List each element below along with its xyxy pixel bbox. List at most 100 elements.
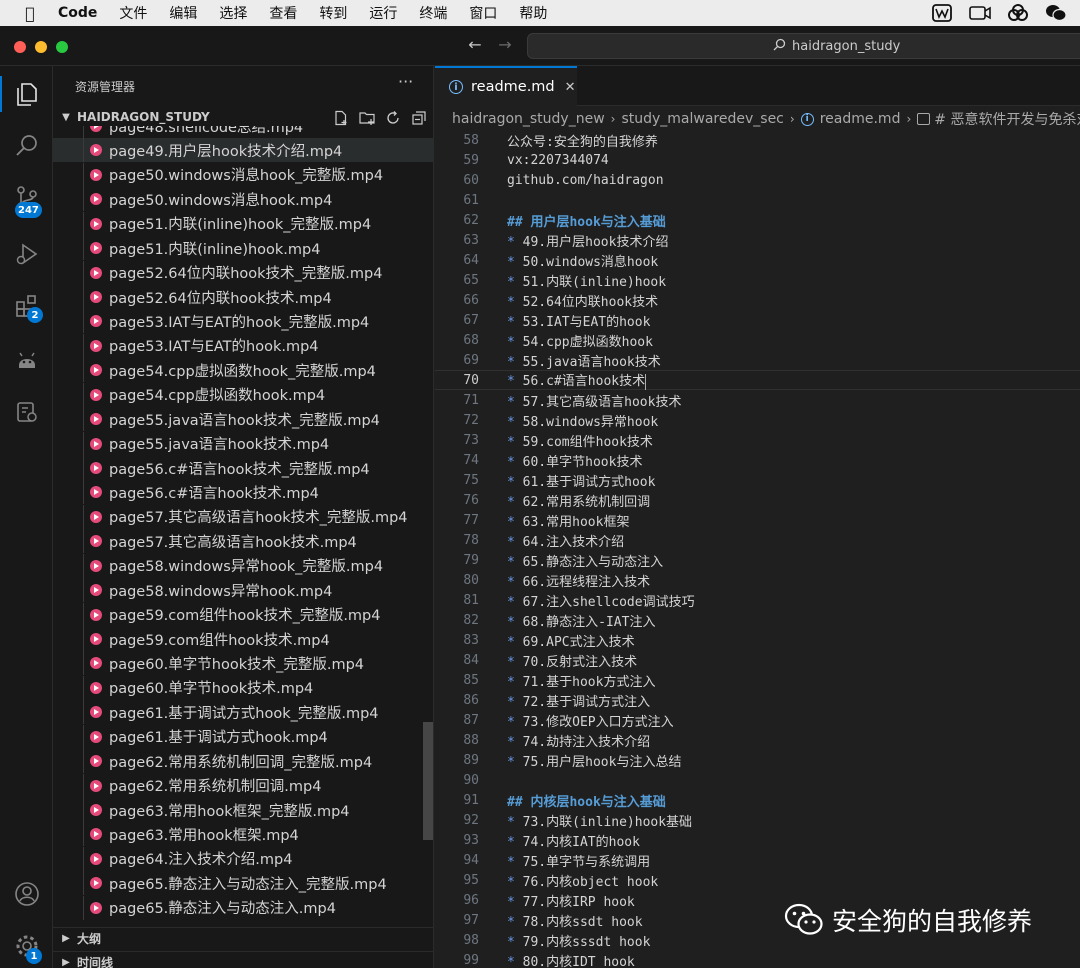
file-item[interactable]: page48.shellcode总结.mp4 (53, 126, 434, 138)
code-view[interactable]: 58 公众号:安全狗的自我修养 59 vx:2207344074 60 github.co… (435, 130, 1080, 968)
wps-icon[interactable] (930, 4, 954, 22)
video-file-icon (90, 804, 102, 817)
refresh-icon[interactable] (384, 109, 402, 127)
video-file-icon (90, 339, 102, 352)
code-text-content: vx:2207344074 (507, 152, 609, 168)
menu-window[interactable]: 窗口 (469, 3, 497, 23)
file-item[interactable]: page64.注入技术介绍.mp4 (53, 846, 434, 871)
file-item[interactable]: page55.java语言hook技术.mp4 (53, 431, 434, 456)
file-item[interactable]: page59.com组件hook技术_完整版.mp4 (53, 602, 434, 627)
file-item[interactable]: page58.windows异常hook.mp4 (53, 578, 434, 603)
explorer-icon[interactable] (11, 78, 43, 110)
file-item[interactable]: page60.单字节hook技术_完整版.mp4 (53, 651, 434, 676)
menu-app-name[interactable]: Code (58, 5, 97, 21)
window-close-button[interactable] (14, 41, 26, 53)
workspace-folder-header[interactable]: ▼ HAIDRAGON_STUDY (53, 106, 434, 128)
collapse-all-icon[interactable] (410, 109, 428, 127)
line-number: 88 (463, 732, 479, 748)
file-item[interactable]: page53.IAT与EAT的hook.mp4 (53, 333, 434, 358)
menu-run[interactable]: 运行 (369, 3, 397, 23)
line-number: 67 (463, 312, 479, 328)
file-item[interactable]: page54.cpp虚拟函数hook_完整版.mp4 (53, 358, 434, 383)
file-item[interactable]: page51.内联(inline)hook_完整版.mp4 (53, 211, 434, 236)
file-item[interactable]: page52.64位内联hook技术.mp4 (53, 285, 434, 309)
line-number: 82 (463, 612, 479, 628)
file-item-label: page57.其它高级语言hook技术_完整版.mp4 (109, 510, 408, 527)
file-item[interactable]: page60.单字节hook技术.mp4 (53, 675, 434, 700)
outline-panel-header[interactable]: ▶ 大纲 (53, 927, 434, 949)
menu-view[interactable]: 查看 (269, 3, 297, 23)
tab-readme[interactable]: i readme.md ✕ (435, 66, 577, 106)
file-item[interactable]: page55.java语言hook技术_完整版.mp4 (53, 407, 434, 432)
list-bullet: * (507, 934, 523, 950)
file-item[interactable]: page52.64位内联hook技术_完整版.mp4 (53, 260, 434, 285)
file-item[interactable]: page53.IAT与EAT的hook_完整版.mp4 (53, 309, 434, 334)
breadcrumb-symbol[interactable]: # 恶意软件开发与免杀对 (934, 109, 1080, 129)
file-item[interactable]: page58.windows异常hook_完整版.mp4 (53, 553, 434, 578)
file-item[interactable]: page49.用户层hook技术介绍.mp4 (53, 138, 434, 163)
menu-file[interactable]: 文件 (119, 3, 147, 23)
indent-guide (83, 333, 84, 358)
file-item[interactable]: page54.cpp虚拟函数hook.mp4 (53, 382, 434, 407)
line-number: 70 (463, 372, 479, 388)
list-bullet: * (507, 374, 523, 390)
code-text: * 63.常用hook框架 (507, 511, 629, 530)
breadcrumb-file[interactable]: readme.md (820, 111, 901, 127)
account-icon[interactable] (11, 878, 43, 910)
menu-selection[interactable]: 选择 (219, 3, 247, 23)
file-item[interactable]: page57.其它高级语言hook技术_完整版.mp4 (53, 504, 434, 529)
more-actions-button[interactable]: ··· (398, 72, 413, 91)
sidebar-scrollbar[interactable] (423, 722, 433, 840)
file-item[interactable]: page56.c#语言hook技术.mp4 (53, 480, 434, 505)
new-file-icon[interactable] (332, 109, 350, 127)
file-item[interactable]: page51.内联(inline)hook.mp4 (53, 236, 434, 261)
android-robot-icon[interactable] (11, 344, 43, 376)
remote-settings-icon[interactable] (11, 396, 43, 428)
file-item[interactable]: page50.windows消息hook_完整版.mp4 (53, 162, 434, 187)
search-view-icon[interactable] (11, 130, 43, 162)
forward-arrow-icon[interactable]: → (495, 35, 515, 55)
window-zoom-button[interactable] (56, 41, 68, 53)
command-center-search[interactable]: haidragon_study (527, 33, 1080, 59)
menu-edit[interactable]: 编辑 (169, 3, 197, 23)
close-icon[interactable]: ✕ (565, 80, 576, 95)
apple-icon[interactable]:  (20, 4, 40, 23)
breadcrumb-folder[interactable]: haidragon_study_new (452, 111, 605, 127)
file-item[interactable]: page61.基于调试方式hook_完整版.mp4 (53, 700, 434, 725)
new-folder-icon[interactable] (358, 109, 376, 127)
menu-go[interactable]: 转到 (319, 3, 347, 23)
code-line: 69 * 55.java语言hook技术 (435, 350, 1080, 370)
line-number: 68 (463, 332, 479, 348)
file-item[interactable]: page63.常用hook框架_完整版.mp4 (53, 798, 434, 823)
wechat-icon[interactable] (1044, 4, 1068, 22)
file-item[interactable]: page63.常用hook框架.mp4 (53, 822, 434, 847)
file-item[interactable]: page56.c#语言hook技术_完整版.mp4 (53, 456, 434, 481)
menubar-tray (930, 4, 1068, 22)
editor-area: i readme.md ✕ haidragon_study_new › stud… (435, 66, 1080, 968)
back-arrow-icon[interactable]: ← (465, 35, 485, 55)
breadcrumb-subfolder[interactable]: study_malwaredev_sec (621, 111, 783, 127)
code-text: github.com/haidragon (507, 173, 664, 188)
file-item[interactable]: page59.com组件hook技术.mp4 (53, 627, 434, 652)
window-minimize-button[interactable] (35, 41, 47, 53)
menu-terminal[interactable]: 终端 (419, 3, 447, 23)
file-item[interactable]: page62.常用系统机制回调.mp4 (53, 773, 434, 798)
code-text-content: 77.内核IRP hook (522, 894, 635, 910)
list-bullet: * (507, 234, 523, 250)
file-item-label: page52.64位内联hook技术_完整版.mp4 (109, 266, 383, 283)
file-item[interactable]: page61.基于调试方式hook.mp4 (53, 724, 434, 749)
timeline-panel-header[interactable]: ▶ 时间线 (53, 951, 434, 968)
run-debug-icon[interactable] (11, 238, 43, 270)
video-file-icon (90, 633, 102, 646)
screen-icon[interactable] (968, 4, 992, 22)
menu-help[interactable]: 帮助 (519, 3, 547, 23)
creative-cloud-icon[interactable] (1006, 4, 1030, 22)
file-item[interactable]: page50.windows消息hook.mp4 (53, 187, 434, 212)
file-item[interactable]: page65.静态注入与动态注入_完整版.mp4 (53, 871, 434, 896)
list-bullet: * (507, 314, 523, 330)
explorer-title: 资源管理器 (75, 80, 136, 94)
file-item[interactable]: page62.常用系统机制回调_完整版.mp4 (53, 749, 434, 774)
file-item[interactable]: page65.静态注入与动态注入.mp4 (53, 895, 434, 920)
line-number: 86 (463, 692, 479, 708)
file-item[interactable]: page57.其它高级语言hook技术.mp4 (53, 529, 434, 554)
